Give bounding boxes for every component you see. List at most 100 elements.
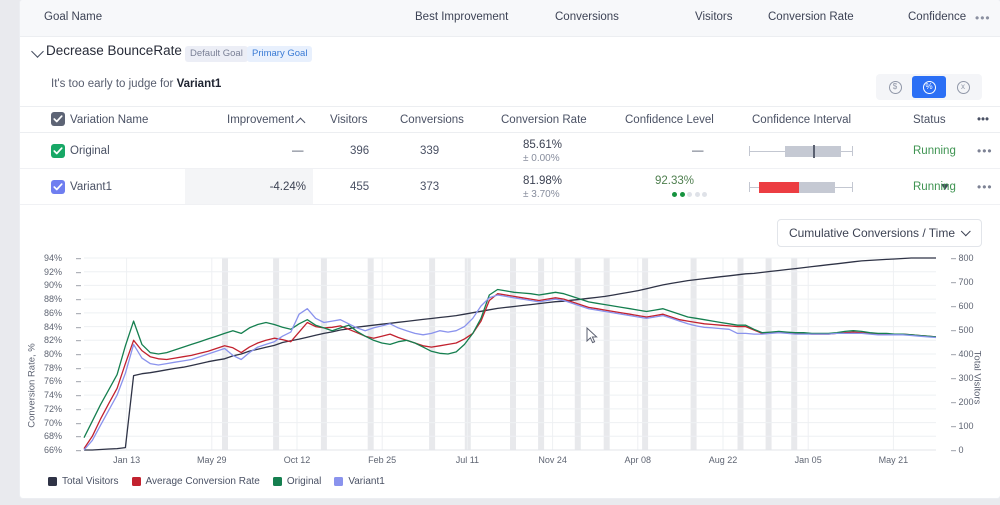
- confidence-dots: [672, 192, 707, 197]
- legend-swatch-icon: [334, 477, 344, 486]
- chart-x-tick: Nov 24: [538, 455, 567, 465]
- legend-swatch-icon: [272, 477, 282, 486]
- page-title: Decrease BounceRate: [46, 43, 182, 58]
- chart-y2-tick: – 500: [951, 325, 974, 335]
- chart-y-tick: 84%: [44, 321, 63, 332]
- column-visitors[interactable]: Visitors: [330, 114, 368, 126]
- row-conversions: 373: [420, 181, 440, 193]
- chart-y-tick: 70%: [44, 417, 63, 428]
- goal-column-best-improvement: Best Improvement: [415, 11, 509, 23]
- row-overflow-icon[interactable]: •••: [977, 180, 993, 194]
- chevron-down-icon[interactable]: [31, 45, 44, 58]
- chart-y-tick-mark: –: [76, 280, 82, 291]
- confidence-dot: [672, 192, 677, 197]
- legend-swatch-icon: [131, 477, 141, 486]
- chart-metric-select[interactable]: Cumulative Conversions / Time: [776, 219, 982, 247]
- row-conversion-rate-margin: ± 0.00%: [523, 153, 560, 164]
- goal-column-confidence: Confidence: [908, 11, 967, 23]
- goal-title-row: Decrease BounceRate Default Goal Primary…: [20, 37, 1000, 68]
- goal-column-visitors: Visitors: [695, 11, 733, 23]
- chart-y-tick-mark: –: [76, 403, 82, 414]
- row-variation-name: Original: [70, 145, 110, 157]
- column-variation-name[interactable]: Variation Name: [70, 114, 148, 126]
- metric-toggle-group: $ % x: [876, 74, 982, 100]
- judge-status-text: It's too early to judge for Variant1: [51, 78, 221, 90]
- metric-toggle-absolute[interactable]: x: [946, 76, 980, 98]
- judge-status-prefix: It's too early to judge for: [51, 78, 177, 90]
- row-confidence-level: —: [692, 145, 704, 157]
- column-status[interactable]: Status: [913, 114, 946, 126]
- chart-y-tick: 88%: [44, 294, 63, 305]
- row-conversion-rate: 85.61%: [523, 139, 563, 151]
- chart-y-tick: 72%: [44, 403, 63, 414]
- row-checkbox-variant1[interactable]: [51, 180, 65, 194]
- table-row: Variant1 -4.24% 455 373 81.98% ± 3.70% 9…: [20, 169, 1000, 205]
- chart-y-tick: 86%: [44, 307, 63, 318]
- chart-y-tick: 76%: [44, 376, 63, 387]
- badge-primary-goal: Primary Goal: [247, 46, 313, 62]
- chart-y2-tick: – 300: [951, 373, 974, 383]
- sort-caret-up-icon[interactable]: [295, 117, 306, 128]
- status-badge: Running: [913, 181, 956, 193]
- chevron-down-icon: [960, 225, 971, 236]
- row-confidence-level: 92.33%: [655, 175, 695, 187]
- goal-column-goal-name: Goal Name: [44, 11, 103, 23]
- chart-y-tick: 94%: [44, 253, 63, 263]
- column-confidence-level[interactable]: Confidence Level: [625, 114, 714, 126]
- check-icon: [53, 115, 63, 123]
- chart-y-tick-mark: –: [76, 349, 82, 359]
- chart-y2-tick: – 400: [951, 349, 974, 359]
- row-overflow-icon[interactable]: •••: [977, 144, 993, 158]
- legend-label: Original: [286, 476, 322, 487]
- chart-y-tick-mark: –: [76, 362, 82, 373]
- row-visitors: 396: [350, 145, 370, 157]
- chart-y-tick-mark: –: [76, 321, 82, 332]
- metric-toggle-currency[interactable]: $: [878, 76, 912, 98]
- legend-label: Total Visitors: [62, 476, 119, 487]
- chart-y2-tick: – 800: [951, 253, 974, 263]
- chart-y-tick-mark: –: [76, 376, 82, 387]
- chart-y-tick-mark: –: [76, 335, 82, 346]
- chart-y-tick-mark: –: [76, 266, 82, 277]
- row-confidence-interval: [747, 179, 855, 195]
- confidence-dot: [687, 192, 692, 197]
- column-overflow-icon[interactable]: •••: [977, 114, 989, 126]
- chart-y-tick-mark: –: [76, 445, 82, 455]
- chart-y-tick: 82%: [44, 335, 63, 346]
- row-visitors: 455: [350, 181, 370, 193]
- column-confidence-interval[interactable]: Confidence Interval: [752, 114, 851, 126]
- legend-label: Average Conversion Rate: [145, 476, 260, 487]
- chart-y-tick: 68%: [44, 431, 63, 442]
- chart-y2-tick: – 600: [951, 301, 974, 311]
- conversion-chart: Conversion Rate, % Total Visitors 66% – 68…: [20, 252, 1000, 498]
- chart-y-tick: 92%: [44, 266, 63, 277]
- legend-item-variant1[interactable]: Variant1: [334, 476, 385, 487]
- column-conversion-rate[interactable]: Conversion Rate: [501, 114, 587, 126]
- confidence-dot: [679, 192, 685, 197]
- chart-plot-area: [83, 257, 937, 451]
- row-variation-name: Variant1: [70, 181, 112, 193]
- chart-y-tick-mark: –: [76, 294, 82, 305]
- legend-label: Variant1: [348, 476, 385, 487]
- legend-item-total-visitors[interactable]: Total Visitors: [48, 476, 119, 487]
- legend-item-original[interactable]: Original: [272, 476, 322, 487]
- column-improvement[interactable]: Improvement: [227, 114, 294, 126]
- chart-y-tick: 80%: [44, 349, 63, 359]
- chart-y-axis-label: Conversion Rate, %: [26, 343, 38, 428]
- chart-y-tick-mark: –: [76, 253, 82, 263]
- metric-toggle-percent[interactable]: %: [912, 76, 946, 98]
- badge-default-goal: Default Goal: [185, 46, 248, 62]
- chart-y-tick-mark: –: [76, 417, 82, 428]
- chart-y-tick-mark: –: [76, 431, 82, 442]
- chart-x-tick: Aug 22: [708, 455, 738, 465]
- select-all-checkbox[interactable]: [51, 112, 65, 126]
- chart-y2-tick: – 700: [951, 277, 974, 287]
- goal-column-conversion-rate: Conversion Rate: [768, 11, 854, 23]
- goal-header-overflow-icon[interactable]: •••: [975, 11, 991, 25]
- confidence-dot: [702, 192, 707, 197]
- row-checkbox-original[interactable]: [51, 144, 65, 158]
- chart-y-tick-mark: –: [76, 307, 82, 318]
- column-conversions[interactable]: Conversions: [400, 114, 464, 126]
- legend-item-average-conversion-rate[interactable]: Average Conversion Rate: [131, 476, 260, 487]
- row-improvement: -4.24%: [269, 181, 306, 193]
